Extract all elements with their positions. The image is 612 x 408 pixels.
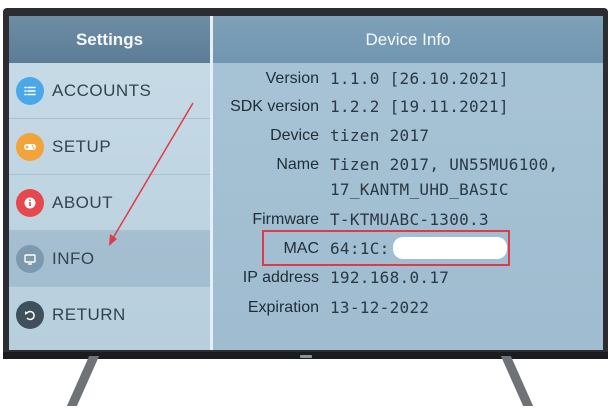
- device-info-panel: Device Info Version 1.1.0 [26.10.2021] S…: [213, 16, 603, 350]
- info-row-ip-address: IP address 192.168.0.17: [213, 266, 603, 290]
- settings-sidebar: Settings ACCOUNTS SETUP ABOUT INFO RETUR…: [9, 16, 213, 350]
- info-label: Expiration: [247, 299, 319, 316]
- menu-item-return[interactable]: RETURN: [9, 287, 210, 342]
- tv-stand-left: [66, 356, 100, 406]
- info-value: 13-12-2022: [330, 298, 430, 317]
- info-row-name: Name Tizen 2017, UN55MU6100,: [213, 153, 603, 177]
- tv-logo: [300, 355, 312, 358]
- gamepad-icon: [16, 132, 44, 161]
- info-label: Firmware: [252, 211, 319, 228]
- menu-item-label: INFO: [52, 248, 95, 268]
- info-value: T-KTMUABC-1300.3: [330, 210, 489, 229]
- mac-highlight-box: [262, 230, 510, 266]
- info-icon: [16, 188, 44, 217]
- info-value: 17_KANTM_UHD_BASIC: [330, 180, 509, 199]
- info-label: Version: [265, 70, 319, 87]
- menu-item-about[interactable]: ABOUT: [9, 175, 210, 231]
- info-row-version: Version 1.1.0 [26.10.2021]: [213, 67, 603, 91]
- panel-title: Device Info: [213, 16, 603, 63]
- info-value: tizen 2017: [330, 126, 430, 145]
- info-label: SDK version: [230, 98, 319, 115]
- menu-item-label: SETUP: [52, 136, 112, 156]
- info-value: 1.1.0 [26.10.2021]: [330, 69, 509, 88]
- info-row-sdk-version: SDK version 1.2.2 [19.11.2021]: [213, 95, 603, 119]
- info-label: Name: [276, 156, 319, 173]
- tv-screen: Settings ACCOUNTS SETUP ABOUT INFO RETUR…: [9, 16, 603, 350]
- sidebar-title: Settings: [9, 16, 210, 63]
- info-row-expiration: Expiration 13-12-2022: [213, 296, 603, 320]
- info-value: Tizen 2017, UN55MU6100,: [330, 155, 559, 174]
- info-label: Device: [270, 127, 319, 144]
- info-label: IP address: [242, 269, 319, 286]
- menu-item-label: RETURN: [52, 304, 126, 324]
- list-icon: [16, 76, 44, 105]
- menu-item-label: ABOUT: [52, 192, 114, 212]
- menu-item-info[interactable]: INFO: [9, 231, 210, 287]
- menu-item-setup[interactable]: SETUP: [9, 119, 210, 175]
- info-row-name-continued: 17_KANTM_UHD_BASIC: [213, 178, 603, 202]
- menu-item-accounts[interactable]: ACCOUNTS: [9, 63, 210, 119]
- info-value: 192.168.0.17: [330, 268, 450, 287]
- menu-item-label: ACCOUNTS: [52, 80, 152, 100]
- return-icon: [16, 300, 44, 329]
- tv-stand-right: [500, 356, 534, 406]
- info-value: 1.2.2 [19.11.2021]: [330, 97, 509, 116]
- info-row-firmware: Firmware T-KTMUABC-1300.3: [213, 208, 603, 232]
- info-row-device: Device tizen 2017: [213, 124, 603, 148]
- monitor-icon: [16, 244, 44, 273]
